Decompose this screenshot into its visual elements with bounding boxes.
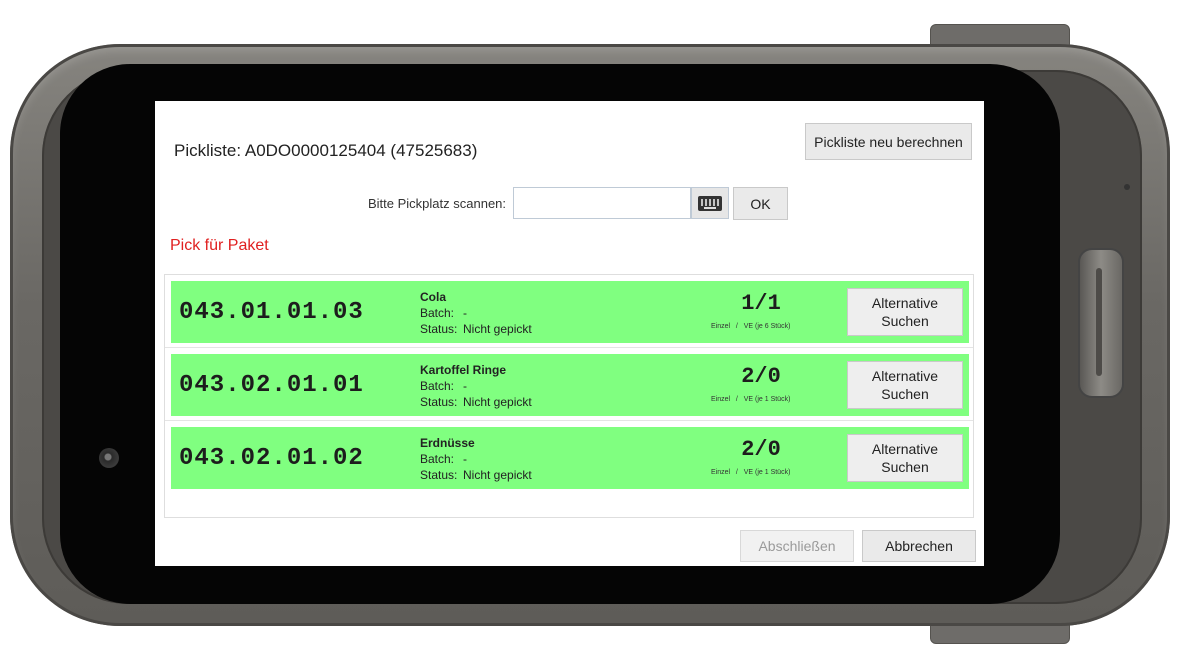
pick-row: 043.02.01.02 Erdnüsse Batch: - Status: Nic… xyxy=(171,427,969,489)
pick-info: Erdnüsse Batch: - Status: Nicht gepickt xyxy=(420,435,532,483)
pick-quantity: 2/0 xyxy=(741,364,781,389)
batch-value: - xyxy=(463,452,467,466)
batch-value: - xyxy=(463,306,467,320)
quantity-units: Einzel / VE (je 6 Stück) xyxy=(711,323,841,330)
unit-single: Einzel xyxy=(711,469,731,476)
pick-list: 043.01.01.03 Cola Batch: - Status: Nicht g… xyxy=(164,274,974,518)
quantity-units: Einzel / VE (je 1 Stück) xyxy=(711,396,841,403)
status-label: Status: xyxy=(420,322,458,336)
batch-label: Batch: xyxy=(420,306,455,320)
side-scan-button[interactable] xyxy=(1078,248,1124,398)
pick-row: 043.02.01.01 Kartoffel Ringe Batch: - Sta… xyxy=(171,354,969,416)
scan-location-label: Bitte Pickplatz scannen: xyxy=(368,196,507,211)
unit-separator: / xyxy=(735,323,738,330)
unit-single: Einzel xyxy=(711,323,731,330)
row-divider xyxy=(165,347,973,348)
row-divider xyxy=(165,420,973,421)
pick-quantity: 2/0 xyxy=(741,437,781,462)
finish-button[interactable]: Abschließen xyxy=(740,530,854,562)
pick-info: Cola Batch: - Status: Nicht gepickt xyxy=(420,289,532,337)
batch-label: Batch: xyxy=(420,379,455,393)
picklist-title: Pickliste: A0DO0000125404 (47525683) xyxy=(174,141,478,160)
unit-pack: VE (je 1 Stück) xyxy=(743,396,791,403)
cancel-button[interactable]: Abbrechen xyxy=(862,530,976,562)
light-sensor xyxy=(1124,184,1130,190)
status-value: Nicht gepickt xyxy=(463,395,532,409)
quantity-units: Einzel / VE (je 1 Stück) xyxy=(711,469,841,476)
unit-single: Einzel xyxy=(711,396,731,403)
status-label: Status: xyxy=(420,468,458,482)
pick-row: 043.01.01.03 Cola Batch: - Status: Nicht g… xyxy=(171,281,969,343)
product-name: Kartoffel Ringe xyxy=(420,363,507,377)
pick-info: Kartoffel Ringe Batch: - Status: Nicht gep… xyxy=(420,362,532,410)
scan-location-input[interactable] xyxy=(513,187,691,219)
batch-value: - xyxy=(463,379,467,393)
batch-label: Batch: xyxy=(420,452,455,466)
ok-button[interactable]: OK xyxy=(733,187,788,220)
recalculate-picklist-button[interactable]: Pickliste neu berechnen xyxy=(805,123,972,160)
unit-pack: VE (je 6 Stück) xyxy=(743,323,791,330)
alternative-search-button[interactable]: Alternative Suchen xyxy=(847,288,963,336)
pick-location: 043.02.01.01 xyxy=(179,372,364,399)
keyboard-button[interactable] xyxy=(691,187,729,219)
product-name: Cola xyxy=(420,290,447,304)
status-value: Nicht gepickt xyxy=(463,322,532,336)
unit-pack: VE (je 1 Stück) xyxy=(743,469,791,476)
pick-location: 043.01.01.03 xyxy=(179,299,364,326)
camera-icon xyxy=(99,448,119,468)
pick-quantity: 1/1 xyxy=(741,291,781,316)
alternative-search-button[interactable]: Alternative Suchen xyxy=(847,434,963,482)
unit-separator: / xyxy=(735,469,738,476)
product-name: Erdnüsse xyxy=(420,436,475,450)
app-screen: Pickliste: A0DO0000125404 (47525683) Pic… xyxy=(155,101,984,566)
pick-heading: Pick für Paket xyxy=(170,237,269,254)
alternative-search-button[interactable]: Alternative Suchen xyxy=(847,361,963,409)
status-value: Nicht gepickt xyxy=(463,468,532,482)
status-label: Status: xyxy=(420,395,458,409)
pick-location: 043.02.01.02 xyxy=(179,445,364,472)
unit-separator: / xyxy=(735,396,738,403)
keyboard-icon xyxy=(698,195,722,211)
